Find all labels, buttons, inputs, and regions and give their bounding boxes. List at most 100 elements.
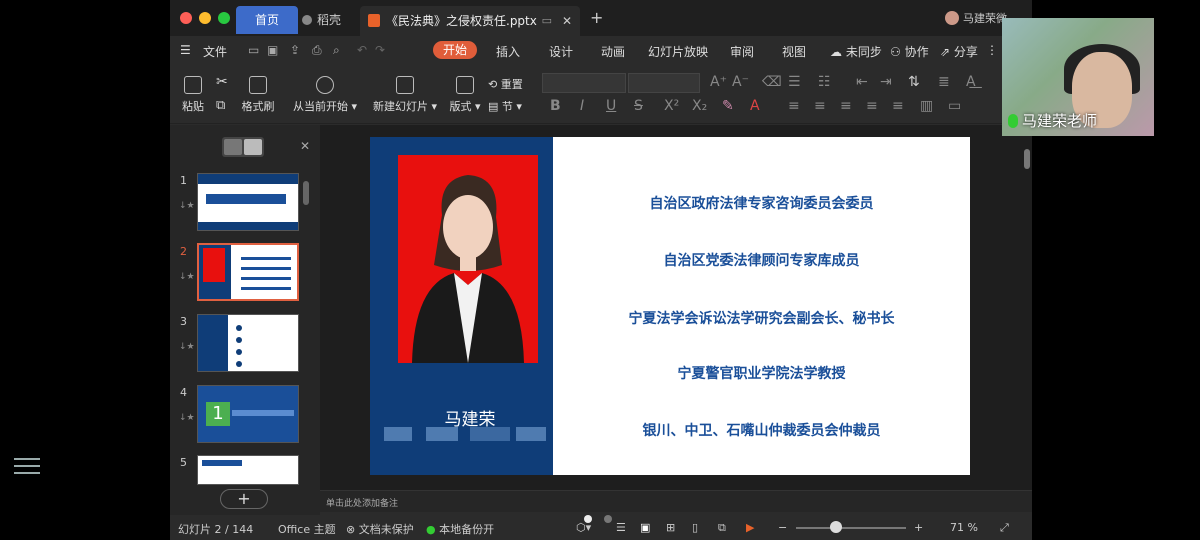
more-icon[interactable]: ⋮: [986, 43, 998, 57]
zoom-level[interactable]: 71 %: [950, 521, 978, 534]
preview-icon[interactable]: ⌕: [333, 43, 340, 58]
cloud-icon: ☁: [830, 45, 842, 59]
subscript-icon[interactable]: X₂: [692, 98, 707, 114]
columns-icon[interactable]: ▥: [920, 98, 933, 114]
indent-icon[interactable]: ⇤: [856, 74, 868, 90]
slide-sorter-icon[interactable]: ⊞: [666, 521, 675, 534]
copy-icon[interactable]: ⧉: [216, 98, 225, 113]
share-label: 分享: [953, 45, 978, 59]
close-window-icon[interactable]: [180, 12, 192, 24]
zoom-slider-track[interactable]: [796, 527, 906, 529]
presenter-view-icon[interactable]: ⧉: [718, 521, 726, 535]
minimize-window-icon[interactable]: [199, 12, 211, 24]
slide-scrollbar[interactable]: [1024, 145, 1030, 485]
slide-thumbnail-5[interactable]: [197, 455, 299, 485]
tab-daoke[interactable]: 稻壳: [302, 6, 358, 34]
thumbnail-view-icon[interactable]: [244, 139, 262, 155]
tab-document[interactable]: 《民法典》之侵权责任.pptx ▭ ✕: [360, 6, 580, 36]
new-tab-icon[interactable]: +: [590, 8, 603, 27]
open-icon[interactable]: ▭: [248, 43, 259, 57]
menu-file[interactable]: 文件: [203, 43, 227, 60]
italic-icon[interactable]: I: [580, 98, 584, 114]
close-tab-icon[interactable]: ✕: [562, 6, 572, 36]
notes-area[interactable]: 单击此处添加备注: [320, 490, 1032, 512]
close-panel-icon[interactable]: ✕: [300, 139, 310, 153]
theme-name[interactable]: Office 主题: [278, 521, 336, 537]
section-button[interactable]: ▤ 节 ▾: [488, 98, 532, 114]
export-icon[interactable]: ⇪: [290, 43, 300, 57]
add-slide-button[interactable]: +: [220, 489, 268, 509]
menu-design[interactable]: 设计: [549, 43, 573, 60]
align-left-icon[interactable]: ≡: [788, 98, 800, 114]
highlight-icon[interactable]: ✎: [722, 98, 734, 114]
slide-thumbnail-panel: ✕ 1 ↓★ 2 ↓★ 3 ↓★ 4 ↓★ 1 5 +: [170, 125, 320, 515]
font-family-select[interactable]: [542, 73, 626, 93]
doc-protect-status[interactable]: ⊗ 文档未保护: [346, 521, 414, 537]
cut-icon[interactable]: ✂: [216, 74, 228, 90]
outline-view-icon[interactable]: [224, 139, 242, 155]
bold-icon[interactable]: B: [550, 98, 561, 114]
strikethrough-icon[interactable]: S: [634, 98, 643, 114]
new-slide-button[interactable]: 新建幻灯片 ▾: [372, 76, 438, 114]
thumb-number-1: 1: [180, 174, 187, 187]
backup-status[interactable]: ● 本地备份开: [426, 521, 494, 537]
current-slide[interactable]: 马建荣 自治区政府法律专家咨询委员会委员 自治区党委法律顾问专家库成员 宁夏法学…: [370, 137, 970, 475]
play-slideshow-icon[interactable]: ▶: [746, 521, 754, 534]
font-shrink-icon[interactable]: A⁻: [732, 74, 749, 90]
undo-icon[interactable]: ↶: [357, 43, 367, 57]
zoom-slider-handle[interactable]: [830, 521, 842, 533]
reset-button[interactable]: ⟲ 重置: [488, 76, 532, 92]
align-right-icon[interactable]: ≡: [840, 98, 852, 114]
share-button[interactable]: ⇗ 分享: [940, 43, 978, 60]
menu-slideshow[interactable]: 幻灯片放映: [648, 43, 708, 60]
menu-review[interactable]: 审阅: [730, 43, 754, 60]
superscript-icon[interactable]: X²: [664, 98, 679, 114]
justify-icon[interactable]: ≡: [866, 98, 878, 114]
save-icon[interactable]: ▣: [267, 43, 278, 57]
zoom-out-icon[interactable]: −: [778, 521, 787, 534]
sort-icon[interactable]: ⇅: [908, 74, 920, 90]
sync-status[interactable]: ☁ 未同步: [830, 43, 882, 60]
maximize-window-icon[interactable]: [218, 12, 230, 24]
underline-icon[interactable]: U: [606, 98, 616, 114]
menu-animation[interactable]: 动画: [601, 43, 625, 60]
line-spacing-icon[interactable]: ≣: [938, 74, 950, 90]
numbering-icon[interactable]: ☷: [818, 74, 831, 90]
page-dot-active[interactable]: [584, 515, 592, 523]
format-painter-button[interactable]: 格式刷: [240, 76, 276, 114]
thumbnail-scrollbar[interactable]: [303, 181, 309, 205]
font-size-select[interactable]: [628, 73, 700, 93]
print-icon[interactable]: ⎙: [312, 43, 322, 58]
menu-view[interactable]: 视图: [782, 43, 806, 60]
slide-thumbnail-3[interactable]: [197, 314, 299, 372]
menu-start[interactable]: 开始: [433, 41, 477, 59]
reading-view-icon[interactable]: ▯: [692, 521, 698, 534]
thumbnail-view-toggle[interactable]: [222, 137, 264, 157]
text-box-icon[interactable]: ▭: [948, 98, 961, 114]
normal-view-icon[interactable]: ▣: [640, 521, 650, 534]
playlist-menu-icon[interactable]: [14, 458, 40, 482]
paste-button[interactable]: 粘贴: [178, 76, 208, 114]
collab-button[interactable]: ⚇ 协作: [890, 43, 929, 60]
window-mode-icon[interactable]: ▭: [542, 6, 552, 36]
font-grow-icon[interactable]: A⁺: [710, 74, 727, 90]
zoom-in-icon[interactable]: +: [914, 521, 923, 534]
redo-icon[interactable]: ↷: [375, 43, 385, 57]
clear-format-icon[interactable]: ⌫: [762, 74, 782, 90]
slide-thumbnail-4[interactable]: 1: [197, 385, 299, 443]
outdent-icon[interactable]: ⇥: [880, 74, 892, 90]
play-from-current-button[interactable]: 从当前开始 ▾: [292, 76, 358, 114]
page-dot[interactable]: [604, 515, 612, 523]
align-center-icon[interactable]: ≡: [814, 98, 826, 114]
bullets-icon[interactable]: ☰: [788, 74, 801, 90]
fit-window-icon[interactable]: ⤢: [1000, 521, 1009, 535]
tab-home[interactable]: 首页: [236, 6, 298, 34]
hamburger-icon[interactable]: ☰: [180, 43, 191, 57]
slide-thumbnail-1[interactable]: [197, 173, 299, 231]
layout-button[interactable]: 版式 ▾: [448, 76, 482, 114]
slide-thumbnail-2[interactable]: [197, 243, 299, 301]
menu-insert[interactable]: 插入: [496, 43, 520, 60]
text-direction-icon[interactable]: A͟: [966, 74, 976, 90]
distribute-icon[interactable]: ≡: [892, 98, 904, 114]
font-color-icon[interactable]: A: [750, 98, 760, 114]
